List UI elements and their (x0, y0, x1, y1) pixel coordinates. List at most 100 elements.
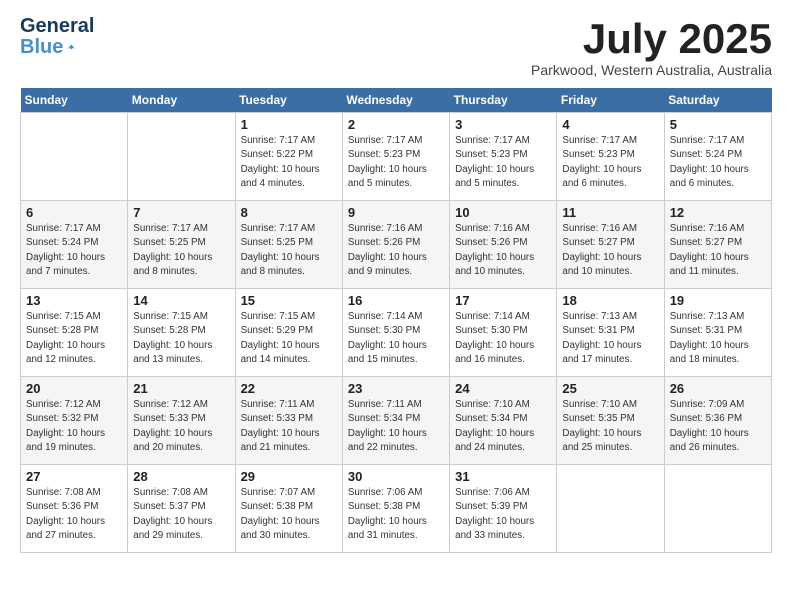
title-block: July 2025 Parkwood, Western Australia, A… (531, 16, 772, 78)
day-number: 3 (455, 117, 551, 132)
day-number: 24 (455, 381, 551, 396)
calendar-cell: 29 Sunrise: 7:07 AM Sunset: 5:38 PM Dayli… (235, 465, 342, 553)
day-info: Sunrise: 7:17 AM Sunset: 5:23 PM Dayligh… (455, 134, 551, 191)
weekday-header-friday: Friday (557, 88, 664, 113)
day-info: Sunrise: 7:12 AM Sunset: 5:32 PM Dayligh… (26, 398, 122, 455)
day-number: 23 (348, 381, 444, 396)
day-number: 27 (26, 469, 122, 484)
day-number: 20 (26, 381, 122, 396)
day-info: Sunrise: 7:12 AM Sunset: 5:33 PM Dayligh… (133, 398, 229, 455)
day-info: Sunrise: 7:15 AM Sunset: 5:28 PM Dayligh… (133, 310, 229, 367)
day-info: Sunrise: 7:16 AM Sunset: 5:26 PM Dayligh… (348, 222, 444, 279)
weekday-header-sunday: Sunday (21, 88, 128, 113)
day-info: Sunrise: 7:17 AM Sunset: 5:25 PM Dayligh… (241, 222, 337, 279)
day-number: 14 (133, 293, 229, 308)
day-number: 6 (26, 205, 122, 220)
calendar-cell: 19 Sunrise: 7:13 AM Sunset: 5:31 PM Dayli… (664, 289, 771, 377)
day-info: Sunrise: 7:14 AM Sunset: 5:30 PM Dayligh… (455, 310, 551, 367)
day-info: Sunrise: 7:07 AM Sunset: 5:38 PM Dayligh… (241, 486, 337, 543)
day-info: Sunrise: 7:14 AM Sunset: 5:30 PM Dayligh… (348, 310, 444, 367)
day-number: 11 (562, 205, 658, 220)
calendar-cell: 28 Sunrise: 7:08 AM Sunset: 5:37 PM Dayli… (128, 465, 235, 553)
calendar-cell: 23 Sunrise: 7:11 AM Sunset: 5:34 PM Dayli… (342, 377, 449, 465)
day-number: 15 (241, 293, 337, 308)
day-number: 16 (348, 293, 444, 308)
day-number: 12 (670, 205, 766, 220)
calendar-cell: 1Sunrise: 7:17 AM Sunset: 5:22 PM Daylig… (235, 113, 342, 201)
day-info: Sunrise: 7:06 AM Sunset: 5:38 PM Dayligh… (348, 486, 444, 543)
weekday-header-wednesday: Wednesday (342, 88, 449, 113)
day-number: 18 (562, 293, 658, 308)
calendar-cell: 30Sunrise: 7:06 AM Sunset: 5:38 PM Dayli… (342, 465, 449, 553)
calendar-cell: 11 Sunrise: 7:16 AM Sunset: 5:27 PM Dayli… (557, 201, 664, 289)
calendar-cell: 13 Sunrise: 7:15 AM Sunset: 5:28 PM Dayli… (21, 289, 128, 377)
calendar-cell (128, 113, 235, 201)
calendar-cell: 25Sunrise: 7:10 AM Sunset: 5:35 PM Dayli… (557, 377, 664, 465)
day-info: Sunrise: 7:08 AM Sunset: 5:36 PM Dayligh… (26, 486, 122, 543)
day-number: 29 (241, 469, 337, 484)
day-info: Sunrise: 7:10 AM Sunset: 5:34 PM Dayligh… (455, 398, 551, 455)
day-info: Sunrise: 7:17 AM Sunset: 5:24 PM Dayligh… (670, 134, 766, 191)
weekday-header-tuesday: Tuesday (235, 88, 342, 113)
day-info: Sunrise: 7:17 AM Sunset: 5:23 PM Dayligh… (348, 134, 444, 191)
calendar-cell: 31 Sunrise: 7:06 AM Sunset: 5:39 PM Dayli… (450, 465, 557, 553)
day-info: Sunrise: 7:13 AM Sunset: 5:31 PM Dayligh… (562, 310, 658, 367)
day-info: Sunrise: 7:17 AM Sunset: 5:25 PM Dayligh… (133, 222, 229, 279)
calendar-cell: 17 Sunrise: 7:14 AM Sunset: 5:30 PM Dayli… (450, 289, 557, 377)
day-info: Sunrise: 7:09 AM Sunset: 5:36 PM Dayligh… (670, 398, 766, 455)
calendar-cell: 12 Sunrise: 7:16 AM Sunset: 5:27 PM Dayli… (664, 201, 771, 289)
day-info: Sunrise: 7:11 AM Sunset: 5:34 PM Dayligh… (348, 398, 444, 455)
day-number: 21 (133, 381, 229, 396)
calendar-cell (557, 465, 664, 553)
weekday-header-thursday: Thursday (450, 88, 557, 113)
day-number: 19 (670, 293, 766, 308)
day-info: Sunrise: 7:17 AM Sunset: 5:23 PM Dayligh… (562, 134, 658, 191)
day-info: Sunrise: 7:11 AM Sunset: 5:33 PM Dayligh… (241, 398, 337, 455)
day-number: 9 (348, 205, 444, 220)
day-number: 4 (562, 117, 658, 132)
day-number: 31 (455, 469, 551, 484)
calendar-cell: 27 Sunrise: 7:08 AM Sunset: 5:36 PM Dayli… (21, 465, 128, 553)
day-info: Sunrise: 7:17 AM Sunset: 5:22 PM Dayligh… (241, 134, 337, 191)
day-number: 22 (241, 381, 337, 396)
day-number: 13 (26, 293, 122, 308)
day-info: Sunrise: 7:15 AM Sunset: 5:29 PM Dayligh… (241, 310, 337, 367)
day-number: 8 (241, 205, 337, 220)
day-number: 26 (670, 381, 766, 396)
calendar-cell: 4 Sunrise: 7:17 AM Sunset: 5:23 PM Daylig… (557, 113, 664, 201)
calendar-cell: 8 Sunrise: 7:17 AM Sunset: 5:25 PM Daylig… (235, 201, 342, 289)
calendar-cell: 2 Sunrise: 7:17 AM Sunset: 5:23 PM Daylig… (342, 113, 449, 201)
calendar-cell: 10Sunrise: 7:16 AM Sunset: 5:26 PM Dayli… (450, 201, 557, 289)
calendar-cell: 20 Sunrise: 7:12 AM Sunset: 5:32 PM Dayli… (21, 377, 128, 465)
day-number: 5 (670, 117, 766, 132)
month-title: July 2025 (531, 16, 772, 62)
calendar-cell: 9 Sunrise: 7:16 AM Sunset: 5:26 PM Daylig… (342, 201, 449, 289)
day-number: 25 (562, 381, 658, 396)
calendar-cell: 15 Sunrise: 7:15 AM Sunset: 5:29 PM Dayli… (235, 289, 342, 377)
logo: General Blue (20, 16, 76, 60)
weekday-header-monday: Monday (128, 88, 235, 113)
calendar-cell: 14 Sunrise: 7:15 AM Sunset: 5:28 PM Dayli… (128, 289, 235, 377)
calendar-cell: 7 Sunrise: 7:17 AM Sunset: 5:25 PM Daylig… (128, 201, 235, 289)
day-number: 17 (455, 293, 551, 308)
page-header: General Blue July 2025 Parkwood, Western… (20, 16, 772, 78)
day-info: Sunrise: 7:16 AM Sunset: 5:26 PM Dayligh… (455, 222, 551, 279)
calendar-table: SundayMondayTuesdayWednesdayThursdayFrid… (20, 88, 772, 553)
calendar-cell: 16 Sunrise: 7:14 AM Sunset: 5:30 PM Dayli… (342, 289, 449, 377)
day-info: Sunrise: 7:16 AM Sunset: 5:27 PM Dayligh… (562, 222, 658, 279)
day-number: 7 (133, 205, 229, 220)
day-info: Sunrise: 7:06 AM Sunset: 5:39 PM Dayligh… (455, 486, 551, 543)
calendar-cell: 6Sunrise: 7:17 AM Sunset: 5:24 PM Daylig… (21, 201, 128, 289)
location: Parkwood, Western Australia, Australia (531, 62, 772, 78)
calendar-cell: 24 Sunrise: 7:10 AM Sunset: 5:34 PM Dayli… (450, 377, 557, 465)
day-number: 2 (348, 117, 444, 132)
day-info: Sunrise: 7:15 AM Sunset: 5:28 PM Dayligh… (26, 310, 122, 367)
day-info: Sunrise: 7:08 AM Sunset: 5:37 PM Dayligh… (133, 486, 229, 543)
day-info: Sunrise: 7:13 AM Sunset: 5:31 PM Dayligh… (670, 310, 766, 367)
calendar-cell: 26 Sunrise: 7:09 AM Sunset: 5:36 PM Dayli… (664, 377, 771, 465)
calendar-header: SundayMondayTuesdayWednesdayThursdayFrid… (21, 88, 772, 113)
day-info: Sunrise: 7:16 AM Sunset: 5:27 PM Dayligh… (670, 222, 766, 279)
calendar-cell: 3 Sunrise: 7:17 AM Sunset: 5:23 PM Daylig… (450, 113, 557, 201)
calendar-cell: 21 Sunrise: 7:12 AM Sunset: 5:33 PM Dayli… (128, 377, 235, 465)
day-number: 28 (133, 469, 229, 484)
